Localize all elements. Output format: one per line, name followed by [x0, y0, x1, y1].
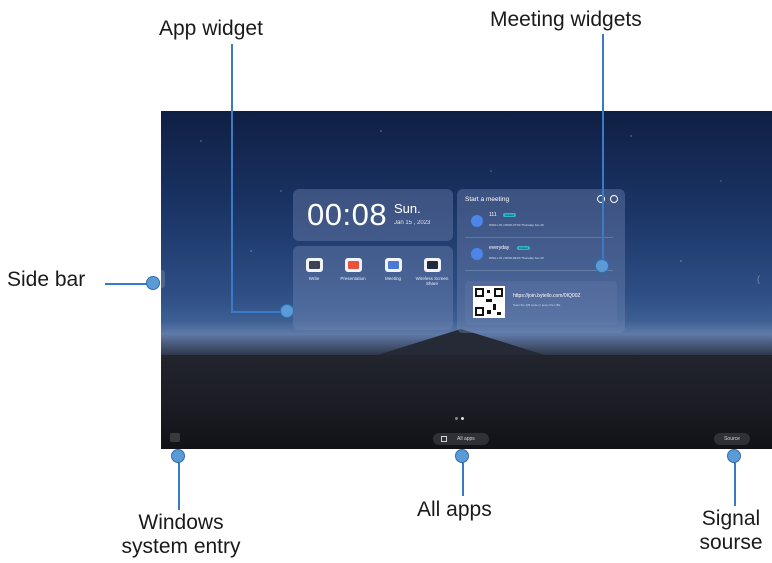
callout-signal-source: Signal sourse [690, 507, 772, 555]
clock-widget: 00:08 Sun. Jan 15 , 2023 [293, 189, 453, 241]
callout-side-bar: Side bar [7, 268, 86, 291]
app-presentation[interactable]: Presentation [335, 258, 371, 281]
status-badge: Invited [517, 246, 530, 250]
whiteboard-icon [305, 258, 323, 272]
status-badge: Invited [503, 213, 516, 217]
meeting-item[interactable]: 111 Invited DING LIN | 08:00-07:00 Thurs… [465, 209, 613, 238]
meeting-meta: DING LIN | 08:00-09:00 Thursday Jan 19 [489, 256, 544, 260]
leader-signal [734, 456, 736, 506]
leader-app-widget-h [231, 311, 287, 313]
wireless-share-icon [423, 258, 441, 272]
avatar [471, 215, 483, 227]
clock-date: Jan 15 , 2023 [394, 220, 431, 226]
callout-signal-line2: sourse [699, 531, 763, 554]
marker-all-apps [455, 449, 469, 463]
callout-windows-line2: system entry [121, 535, 241, 558]
meeting-name: 111 [489, 212, 497, 218]
join-url: https://join.bytello.com/0IQ00Z [513, 293, 581, 299]
smart-board-home-screen: ( 00:08 Sun. Jan 15 , 2023 Write Present… [161, 111, 772, 449]
callout-signal-line1: Signal [701, 507, 761, 530]
app-meeting[interactable]: Meeting [375, 258, 411, 281]
qr-code [473, 286, 505, 318]
app-widget: Write Presentation Meeting Wireless Scre… [293, 246, 453, 330]
presentation-icon [344, 258, 362, 272]
leader-app-widget-v [231, 44, 233, 312]
callout-app-widget: App widget [159, 17, 263, 40]
side-bar-handle[interactable] [161, 270, 165, 288]
page-indicator [455, 407, 467, 425]
page-dot-active[interactable] [461, 417, 464, 420]
mountain-silhouette [371, 329, 551, 357]
meeting-name: everyday [489, 245, 510, 251]
callout-all-apps: All apps [417, 498, 492, 521]
all-apps-label: All apps [457, 436, 475, 442]
app-wireless-screen-share[interactable]: Wireless Screen Share [414, 258, 450, 286]
avatar [471, 248, 483, 260]
page-dot[interactable] [455, 417, 458, 420]
marker-signal-source [727, 449, 741, 463]
search-icon[interactable] [597, 195, 605, 203]
leader-meeting-v [602, 34, 604, 266]
meeting-item[interactable]: everyday Invited DING LIN | 08:00-09:00 … [465, 242, 613, 271]
callout-windows-line1: Windows [138, 511, 224, 534]
join-meeting-panel[interactable]: https://join.bytello.com/0IQ00Z Scan the… [465, 281, 617, 325]
app-presentation-label: Presentation [340, 276, 366, 281]
signal-source-button[interactable]: Source [714, 433, 750, 445]
app-wireless-label: Wireless Screen Share [415, 276, 449, 286]
meeting-widget-title: Start a meeting [465, 196, 510, 203]
all-apps-button[interactable]: All apps [433, 433, 489, 445]
meeting-meta: DING LIN | 08:00-07:00 Thursday Jan 19 [489, 223, 544, 227]
grid-icon [441, 436, 447, 442]
marker-app-widget [280, 304, 294, 318]
app-write-label: Write [308, 276, 320, 281]
marker-meeting-widgets [595, 259, 609, 273]
leader-windows-entry [178, 456, 180, 510]
windows-system-entry-button[interactable] [170, 433, 180, 442]
callout-windows-entry: Windows system entry [106, 511, 256, 559]
marker-windows-entry [171, 449, 185, 463]
clock-time: 00:08 [307, 197, 388, 232]
join-hint: Scan the QR code or enter the URL [513, 303, 561, 307]
settings-icon[interactable] [610, 195, 618, 203]
marker-side-bar [146, 276, 160, 290]
right-side-bar-handle[interactable]: ( [757, 274, 760, 284]
clock-day: Sun. [394, 201, 421, 216]
callout-meeting-widgets: Meeting widgets [490, 8, 642, 31]
app-write[interactable]: Write [296, 258, 332, 281]
app-meeting-label: Meeting [384, 276, 401, 281]
meeting-icon [384, 258, 402, 272]
